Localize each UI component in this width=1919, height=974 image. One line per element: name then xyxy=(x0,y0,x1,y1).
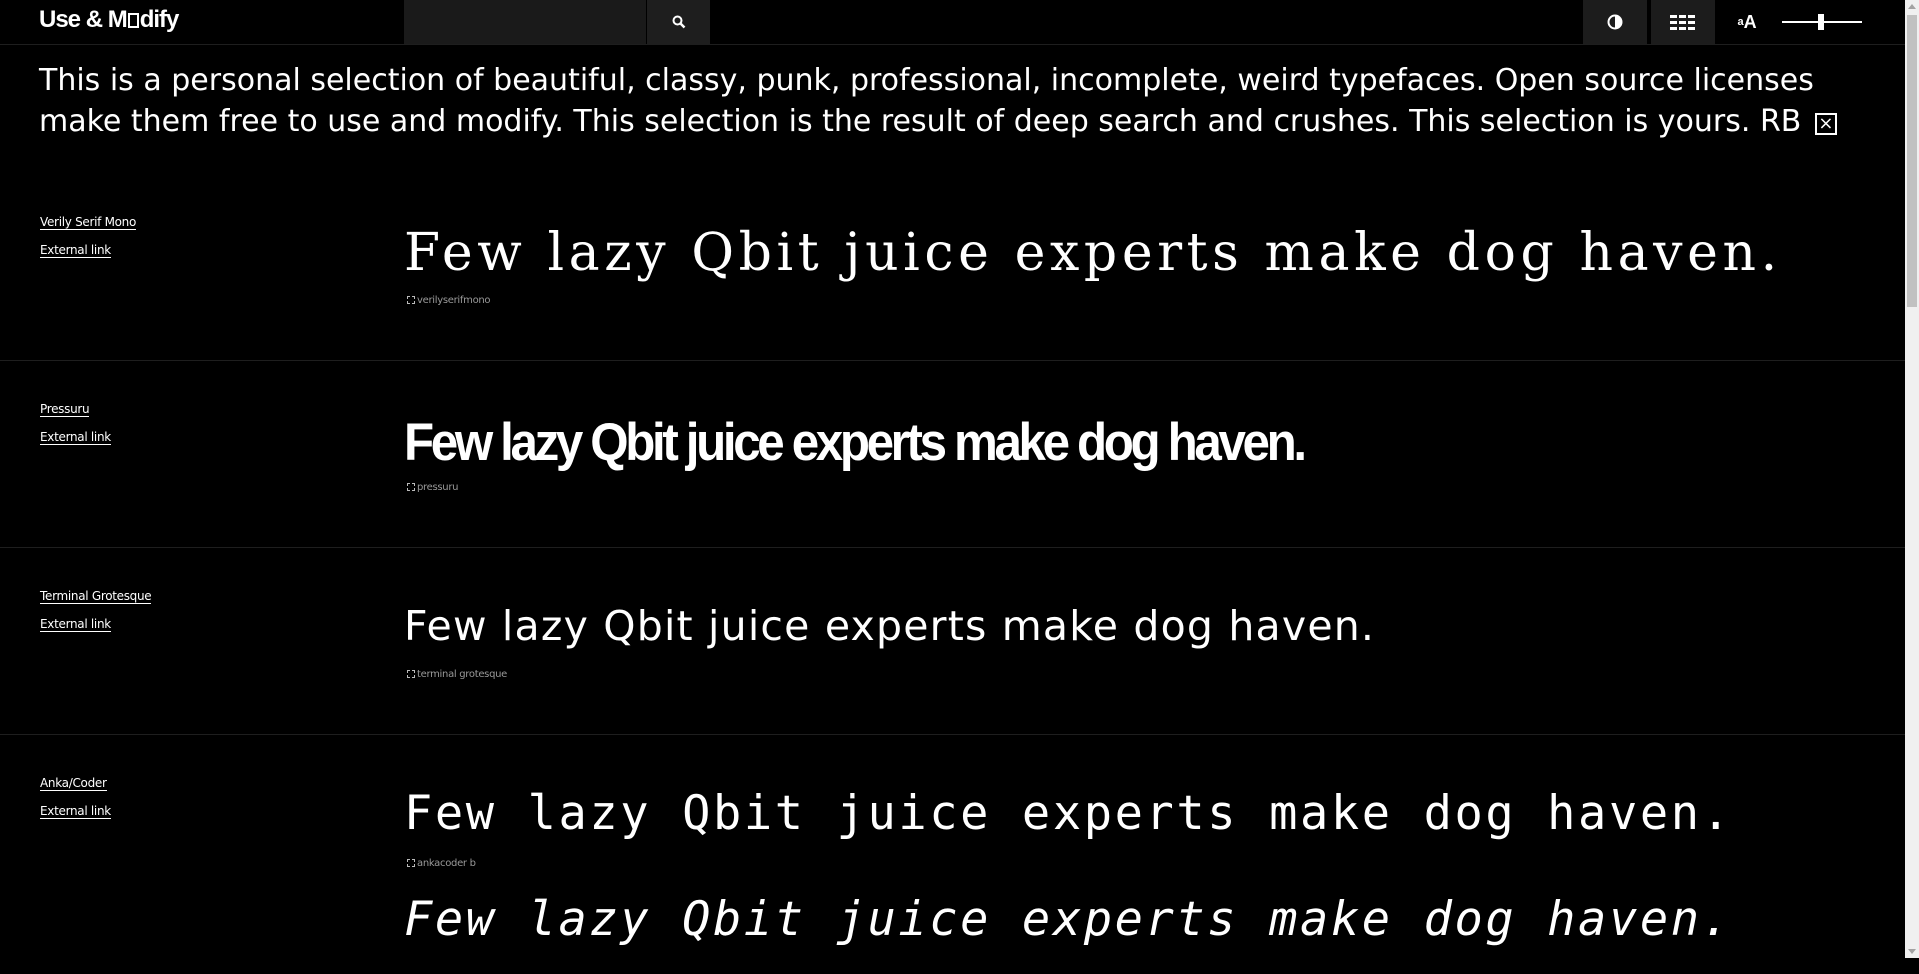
logo-prefix: Use & M xyxy=(39,6,128,33)
font-tag-label: ankacoder b xyxy=(417,858,476,869)
font-row: Anka/Coder External link Few lazy Qbit j… xyxy=(0,734,1905,974)
font-sample-text[interactable]: Few lazy Qbit juice experts make dog hav… xyxy=(404,223,1782,283)
font-tag-label: terminal grotesque xyxy=(417,669,508,680)
font-tag[interactable]: ankacoder b xyxy=(407,858,476,869)
font-row: Terminal Grotesque External link Few laz… xyxy=(0,547,1905,735)
expand-icon xyxy=(407,296,415,304)
font-row: Verily Serif Mono External link Few lazy… xyxy=(0,173,1905,361)
size-big-label: A xyxy=(1743,11,1757,32)
contrast-icon xyxy=(1607,14,1623,30)
logo-suffix: dify xyxy=(139,6,180,33)
external-link[interactable]: External link xyxy=(40,617,111,632)
search-input[interactable] xyxy=(404,0,646,44)
external-link[interactable]: External link xyxy=(40,243,111,258)
grid-view-icon xyxy=(1670,15,1695,30)
scroll-down-arrow-icon[interactable] xyxy=(1908,949,1916,954)
font-size-toggle[interactable]: aA xyxy=(1732,0,1762,44)
external-link[interactable]: External link xyxy=(40,430,111,445)
font-size-slider[interactable] xyxy=(1782,14,1862,30)
font-tag[interactable]: verilyserifmono xyxy=(407,295,491,306)
font-tag[interactable]: terminal grotesque xyxy=(407,669,507,680)
font-name-link[interactable]: Terminal Grotesque xyxy=(40,589,152,604)
font-sample-text[interactable]: Few lazy Qbit juice experts make dog hav… xyxy=(404,415,1307,471)
intro-paragraph: This is a personal selection of beautifu… xyxy=(39,63,1814,139)
top-bar: Use & M dify aA xyxy=(0,0,1919,45)
scrollbar-thumb[interactable] xyxy=(1907,15,1917,307)
font-sample-text[interactable]: Few lazy Qbit juice experts make dog hav… xyxy=(404,601,1375,651)
expand-icon xyxy=(407,859,415,867)
font-name-link[interactable]: Anka/Coder xyxy=(40,776,107,791)
expand-icon xyxy=(407,483,415,491)
font-sample-text[interactable]: Few lazy Qbit juice experts make dog hav… xyxy=(404,786,1733,842)
font-size-slider-thumb[interactable] xyxy=(1818,14,1824,30)
grid-view-button[interactable] xyxy=(1651,0,1715,44)
font-row: Pressuru External link Few lazy Qbit jui… xyxy=(0,360,1905,548)
scroll-up-arrow-icon[interactable] xyxy=(1908,4,1916,9)
intro-text: This is a personal selection of beautifu… xyxy=(39,60,1869,142)
search-button[interactable] xyxy=(646,0,710,44)
contrast-toggle-button[interactable] xyxy=(1583,0,1647,44)
font-tag-label: pressuru xyxy=(417,482,459,493)
font-name-link[interactable]: Pressuru xyxy=(40,402,90,417)
site-logo[interactable]: Use & M dify xyxy=(39,6,180,34)
font-sample-italic-text[interactable]: Few lazy Qbit juice experts make dog hav… xyxy=(404,892,1733,948)
logo-o-box xyxy=(127,13,139,28)
vertical-scrollbar[interactable] xyxy=(1905,0,1919,958)
expand-icon xyxy=(407,670,415,678)
intro-close-button[interactable]: × xyxy=(1814,113,1837,135)
font-name-link[interactable]: Verily Serif Mono xyxy=(40,215,136,230)
search-icon xyxy=(672,15,685,29)
font-tag-label: verilyserifmono xyxy=(417,295,491,306)
external-link[interactable]: External link xyxy=(40,804,111,819)
font-tag[interactable]: pressuru xyxy=(407,482,459,493)
